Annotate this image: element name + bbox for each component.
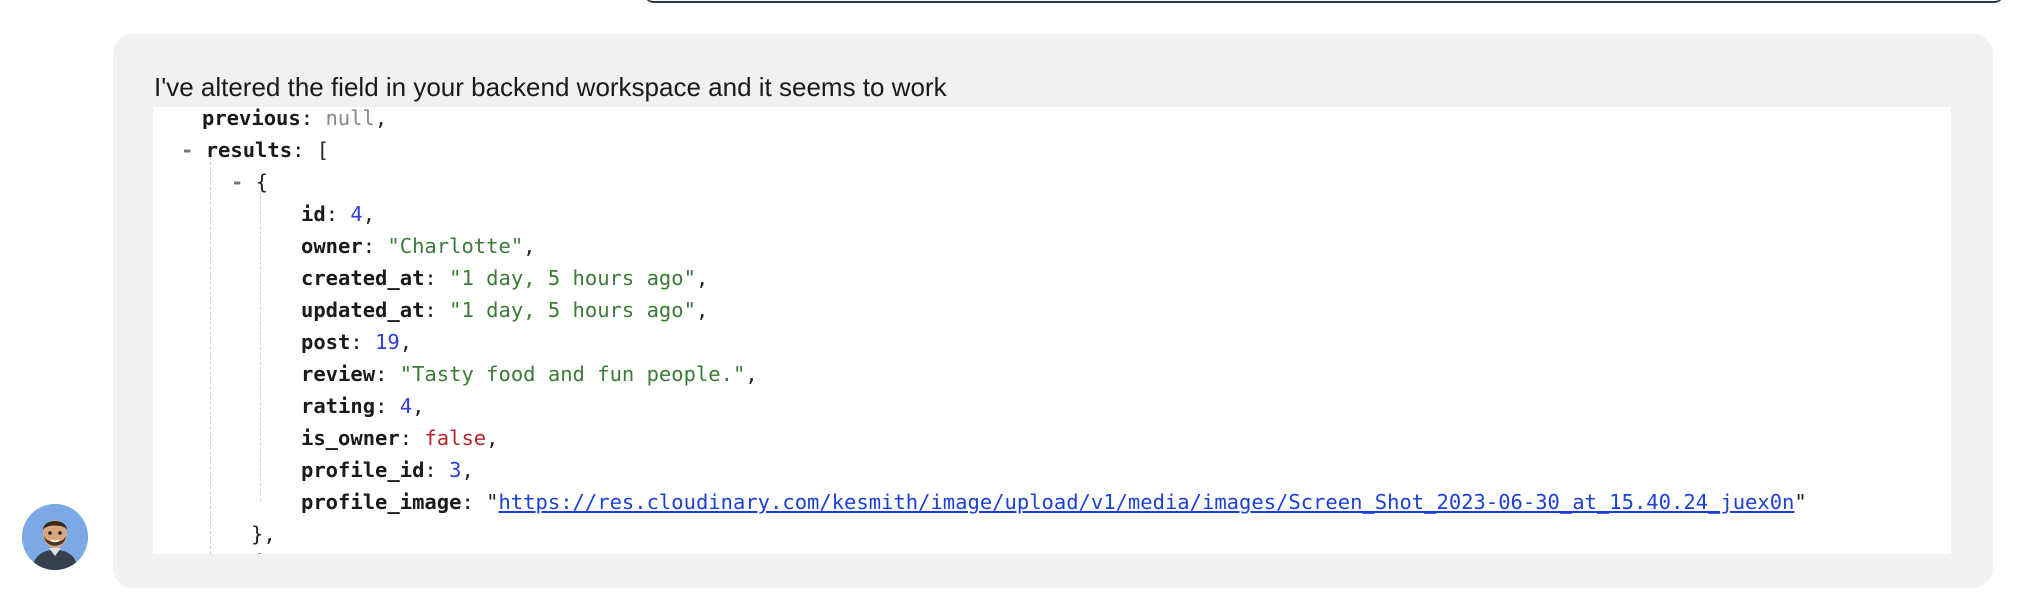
json-field-rating: rating: 4,: [301, 394, 425, 418]
json-key: results: [205, 138, 293, 162]
chat-message-bubble: I've altered the field in your backend w…: [113, 34, 1993, 588]
avatar[interactable]: [22, 504, 88, 570]
json-key: previous: [202, 107, 301, 130]
json-field-profile-image: profile_image: "https://res.cloudinary.c…: [301, 490, 1807, 514]
json-field-post: post: 19,: [301, 330, 413, 354]
json-bracket: },: [251, 522, 276, 546]
json-bracket: [: [316, 138, 330, 162]
json-field-profile-id: profile_id: 3,: [301, 458, 474, 482]
previous-message-edge: [644, 0, 2004, 3]
collapse-toggle[interactable]: -: [231, 170, 243, 194]
json-field-created-at: created_at: "1 day, 5 hours ago",: [301, 266, 709, 290]
message-text: I've altered the field in your backend w…: [154, 72, 947, 102]
json-line-item-close: },: [251, 522, 276, 546]
user-avatar-icon: [22, 504, 88, 570]
collapse-toggle[interactable]: -: [181, 138, 193, 162]
json-bracket: {: [255, 170, 269, 194]
json-line-previous: previous: null,: [202, 107, 388, 130]
indent-guide: [260, 181, 261, 501]
json-bracket: {: [251, 550, 263, 554]
json-field-review: review: "Tasty food and fun people.",: [301, 362, 758, 386]
profile-image-link[interactable]: https://res.cloudinary.com/kesmith/image…: [498, 490, 1794, 514]
json-value: null: [325, 107, 375, 130]
json-field-id: id: 4,: [301, 202, 376, 226]
json-field-updated-at: updated_at: "1 day, 5 hours ago",: [301, 298, 709, 322]
json-line-next-item: {: [251, 550, 263, 554]
indent-guide: [210, 157, 211, 554]
json-screenshot: previous: null, - results: [ - { id: 4, …: [153, 107, 1951, 554]
json-field-owner: owner: "Charlotte",: [301, 234, 536, 258]
json-line-results: - results: [: [181, 138, 330, 162]
json-field-is-owner: is_owner: false,: [301, 426, 499, 450]
json-line-item-open: - {: [231, 170, 268, 194]
